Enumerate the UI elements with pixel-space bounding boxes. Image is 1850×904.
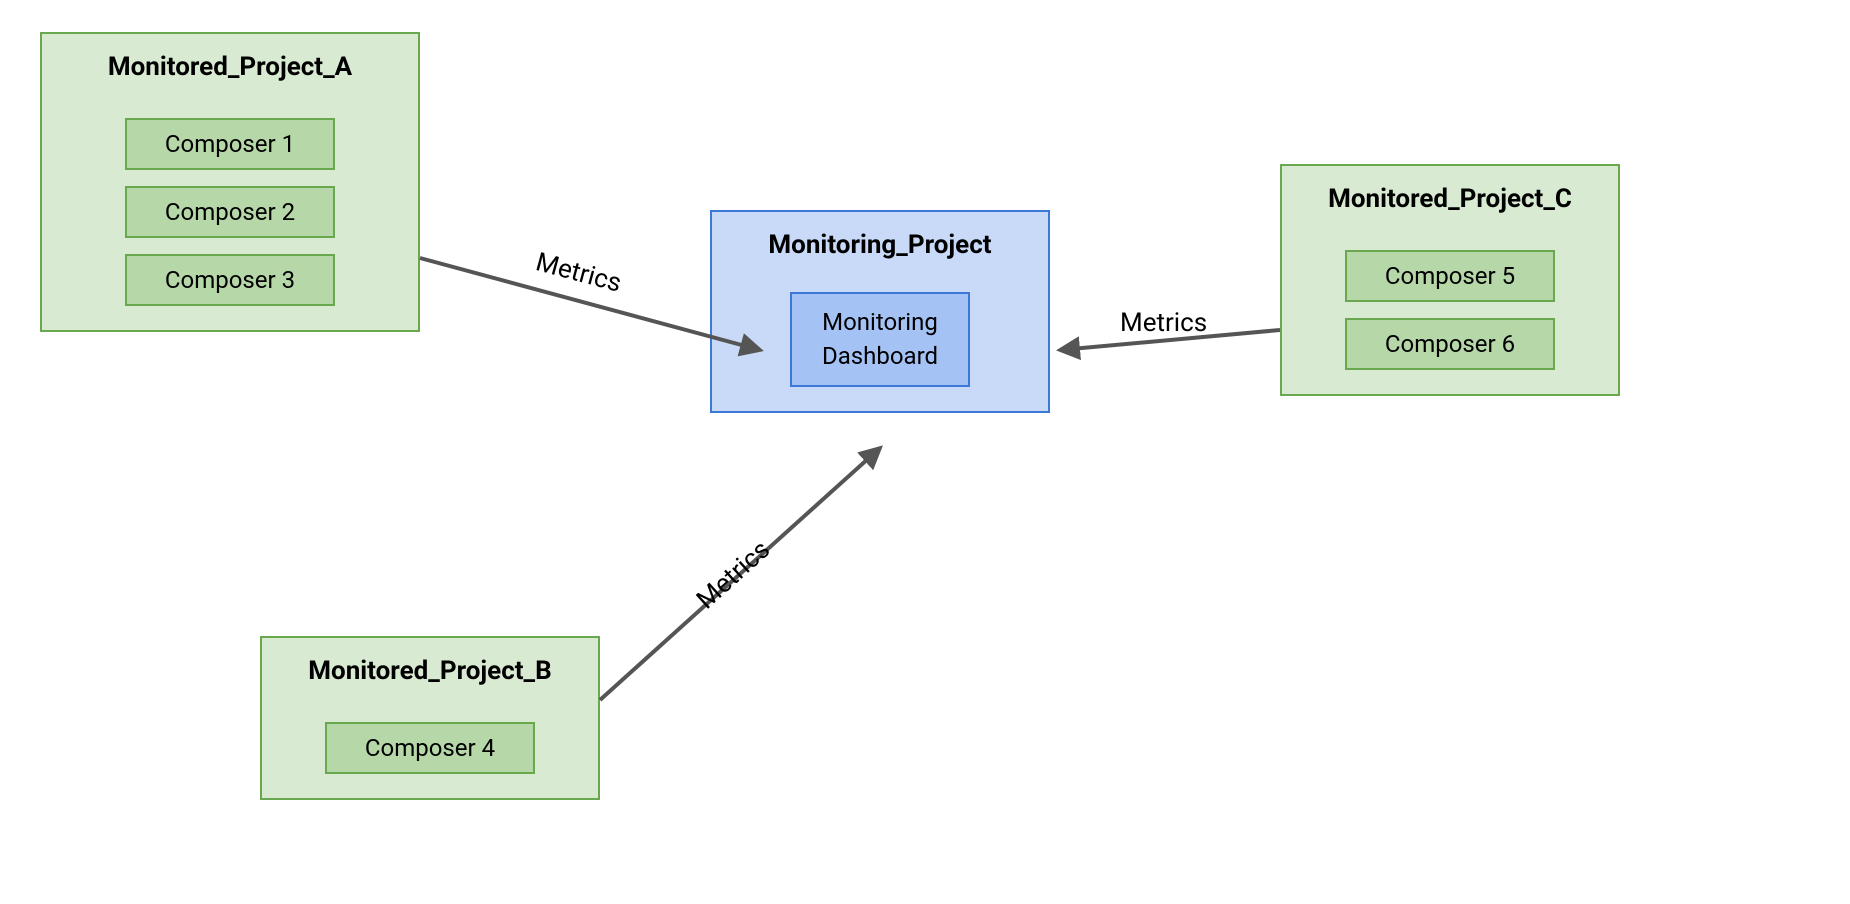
edge-label-a: Metrics	[533, 247, 625, 299]
edge-label-b: Metrics	[691, 535, 776, 616]
diagram-canvas: Monitored_Project_A Composer 1 Composer …	[0, 0, 1850, 904]
project-a-title: Monitored_Project_A	[108, 52, 352, 82]
monitoring-dashboard-item: Monitoring Dashboard	[790, 292, 970, 387]
composer-item: Composer 4	[325, 722, 535, 774]
composer-item: Composer 5	[1345, 250, 1555, 302]
project-b-title: Monitored_Project_B	[308, 656, 551, 686]
composer-item: Composer 3	[125, 254, 335, 306]
edge-label-c: Metrics	[1120, 308, 1207, 338]
monitored-project-a-box: Monitored_Project_A Composer 1 Composer …	[40, 32, 420, 332]
monitoring-title: Monitoring_Project	[768, 230, 991, 260]
monitored-project-b-box: Monitored_Project_B Composer 4	[260, 636, 600, 800]
composer-item: Composer 2	[125, 186, 335, 238]
composer-item: Composer 1	[125, 118, 335, 170]
project-c-title: Monitored_Project_C	[1328, 184, 1572, 214]
composer-item: Composer 6	[1345, 318, 1555, 370]
monitored-project-c-box: Monitored_Project_C Composer 5 Composer …	[1280, 164, 1620, 396]
monitoring-project-box: Monitoring_Project Monitoring Dashboard	[710, 210, 1050, 413]
